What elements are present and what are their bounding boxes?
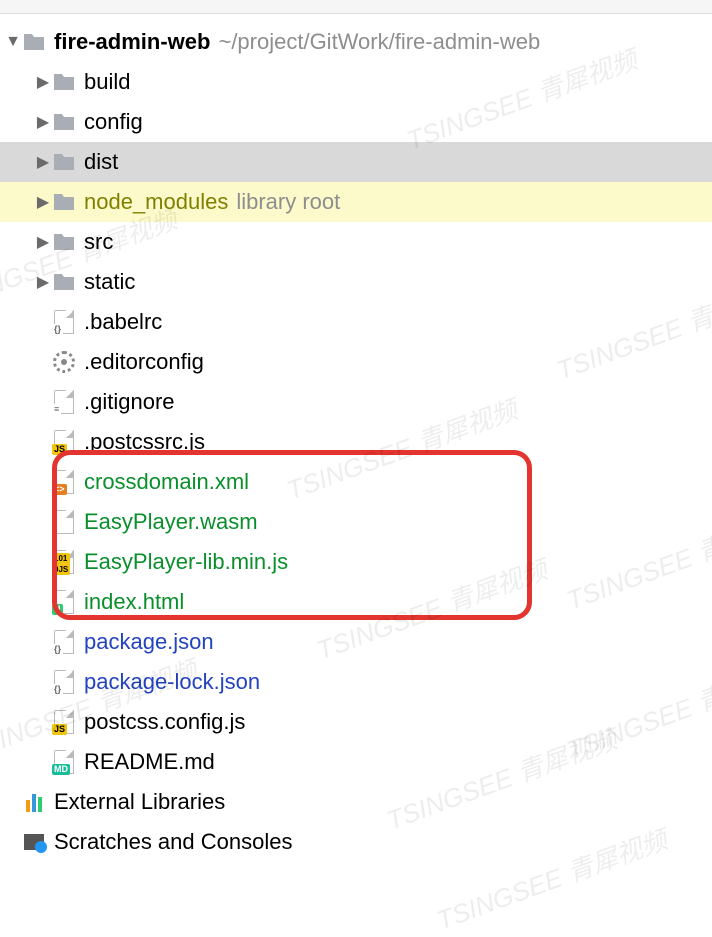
tree-file-index-html[interactable]: ▶ H index.html [0,582,712,622]
js-file-icon: JS [52,430,76,454]
tree-file-crossdomain[interactable]: ▶ <> crossdomain.xml [0,462,712,502]
tree-file-editorconfig[interactable]: ▶ .editorconfig [0,342,712,382]
file-label: .postcssrc.js [84,429,205,455]
tree-file-readme[interactable]: ▶ MD README.md [0,742,712,782]
json-file-icon: {} [52,630,76,654]
chevron-right-icon[interactable]: ▶ [34,192,52,212]
panel-top-bar [0,0,712,14]
folder-label: dist [84,149,118,175]
tree-folder-src[interactable]: ▶ src [0,222,712,262]
chevron-right-icon[interactable]: ▶ [34,72,52,92]
tree-file-babelrc[interactable]: ▶ {} .babelrc [0,302,712,342]
tree-folder-build[interactable]: ▶ build [0,62,712,102]
tree-folder-node-modules[interactable]: ▶ node_modules library root [0,182,712,222]
chevron-right-icon[interactable]: ▶ [34,232,52,252]
folder-label: node_modules [84,189,228,215]
file-label: .editorconfig [84,349,204,375]
gear-icon [52,350,76,374]
js-file-icon: JS [52,710,76,734]
file-label: .babelrc [84,309,162,335]
generic-file-icon [52,510,76,534]
file-label: crossdomain.xml [84,469,249,495]
file-label: EasyPlayer.wasm [84,509,258,535]
library-root-hint: library root [236,189,340,215]
file-label: README.md [84,749,215,775]
tree-scratches[interactable]: ▶ Scratches and Consoles [0,822,712,862]
json-file-icon: {} [52,310,76,334]
folder-icon [52,70,76,94]
tree-folder-dist[interactable]: ▶ dist [0,142,712,182]
folder-icon [22,30,46,54]
tree-external-libraries[interactable]: ▶ External Libraries [0,782,712,822]
scratches-icon [22,830,46,854]
folder-icon [52,230,76,254]
tree-folder-config[interactable]: ▶ config [0,102,712,142]
json-file-icon: {} [52,670,76,694]
text-file-icon: ≡ [52,390,76,414]
tree-file-package-json[interactable]: ▶ {} package.json [0,622,712,662]
folder-icon [52,110,76,134]
minjs-file-icon: 1010JS [52,550,76,574]
chevron-right-icon[interactable]: ▶ [34,112,52,132]
folder-icon [52,270,76,294]
file-label: index.html [84,589,184,615]
folder-label: src [84,229,113,255]
xml-file-icon: <> [52,470,76,494]
tree-root-row[interactable]: ▼ fire-admin-web ~/project/GitWork/fire-… [0,22,712,62]
root-name: fire-admin-web [54,29,210,55]
folder-icon [52,150,76,174]
external-libraries-label: External Libraries [54,789,225,815]
tree-file-gitignore[interactable]: ▶ ≡ .gitignore [0,382,712,422]
markdown-file-icon: MD [52,750,76,774]
folder-icon [52,190,76,214]
tree-file-package-lock[interactable]: ▶ {} package-lock.json [0,662,712,702]
project-tree: ▼ fire-admin-web ~/project/GitWork/fire-… [0,14,712,862]
root-path: ~/project/GitWork/fire-admin-web [218,29,540,55]
file-label: postcss.config.js [84,709,245,735]
file-label: package-lock.json [84,669,260,695]
folder-label: build [84,69,130,95]
tree-folder-static[interactable]: ▶ static [0,262,712,302]
external-libraries-icon [22,790,46,814]
tree-file-easyplayer-lib[interactable]: ▶ 1010JS EasyPlayer-lib.min.js [0,542,712,582]
tree-file-postcss-config[interactable]: ▶ JS postcss.config.js [0,702,712,742]
chevron-right-icon[interactable]: ▶ [34,272,52,292]
file-label: EasyPlayer-lib.min.js [84,549,288,575]
file-label: .gitignore [84,389,175,415]
file-label: package.json [84,629,214,655]
tree-file-easyplayer-wasm[interactable]: ▶ EasyPlayer.wasm [0,502,712,542]
scratches-label: Scratches and Consoles [54,829,292,855]
tree-file-postcssrc[interactable]: ▶ JS .postcssrc.js [0,422,712,462]
folder-label: config [84,109,143,135]
chevron-down-icon[interactable]: ▼ [4,33,22,51]
folder-label: static [84,269,135,295]
chevron-right-icon[interactable]: ▶ [34,152,52,172]
html-file-icon: H [52,590,76,614]
